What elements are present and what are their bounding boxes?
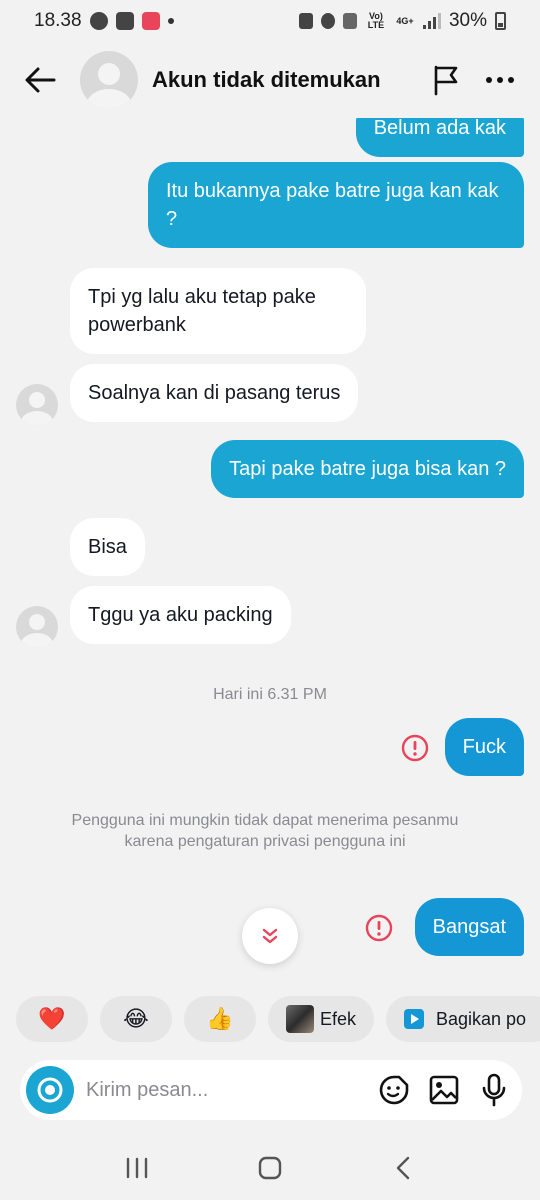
chat-thread[interactable]: Belum ada kak Itu bukannya pake batre ju… — [0, 118, 540, 990]
home-icon — [258, 1156, 282, 1179]
heart-reaction-button[interactable]: ❤️ — [16, 996, 88, 1042]
gallery-icon — [115, 12, 134, 30]
message-bubble-outgoing[interactable]: Tapi pake batre juga bisa kan ? — [211, 440, 524, 498]
message-timestamp: Hari ini 6.31 PM — [213, 686, 327, 703]
flag-icon — [434, 65, 458, 96]
status-left: 18.38 — [34, 10, 174, 32]
home-button[interactable] — [240, 1143, 300, 1193]
laughing-face-icon: 😂 — [123, 1006, 149, 1031]
contact-avatar[interactable] — [80, 51, 138, 109]
sender-avatar[interactable] — [16, 384, 58, 426]
network-type-icon: 4G+ — [396, 15, 414, 26]
message-bubble-incoming[interactable]: Tggu ya aku packing — [70, 586, 291, 644]
gallery-button[interactable] — [422, 1068, 466, 1112]
contact-name[interactable]: Akun tidak ditemukan — [152, 67, 412, 93]
status-time: 18.38 — [34, 10, 82, 31]
double-chevron-down-icon — [262, 928, 278, 944]
message-bubble-incoming[interactable]: Bisa — [70, 518, 145, 576]
thumbs-up-icon: 👍 — [206, 1006, 234, 1031]
microphone-icon — [482, 1073, 506, 1107]
effect-thumbnail — [286, 1005, 314, 1033]
more-notifications-icon — [167, 18, 174, 24]
laugh-reaction-button[interactable]: 😂 — [100, 996, 172, 1042]
message-bubble-outgoing[interactable]: Fuck — [444, 718, 524, 776]
status-right: Vo) LTE 4G+ 30% — [298, 10, 506, 32]
send-failed-icon[interactable] — [401, 734, 429, 762]
play-icon — [404, 1009, 424, 1029]
back-button[interactable] — [20, 60, 60, 100]
system-navigation-bar — [0, 1135, 540, 1200]
image-icon — [429, 1075, 459, 1105]
message-bubble-incoming[interactable]: Tpi yg lalu aku tetap pake powerbank — [70, 268, 366, 354]
signal-icon — [422, 13, 441, 29]
message-bubble-outgoing[interactable]: Bangsat — [414, 898, 524, 956]
mute-icon — [342, 13, 357, 29]
message-bubble-outgoing[interactable]: Belum ada kak — [355, 118, 524, 157]
effect-button[interactable]: Efek — [268, 996, 374, 1042]
message-input[interactable] — [86, 1078, 366, 1102]
chevron-left-icon — [397, 1156, 410, 1179]
alarm-icon — [320, 13, 335, 29]
recent-apps-icon — [126, 1157, 147, 1178]
recent-apps-button[interactable] — [107, 1143, 167, 1193]
status-bar: 18.38 Vo) LTE 4G+ 30% — [0, 0, 540, 42]
back-nav-button[interactable] — [373, 1143, 433, 1193]
message-bubble-outgoing[interactable]: Itu bukannya pake batre juga kan kak ? — [148, 162, 524, 248]
camera-icon — [37, 1077, 63, 1103]
battery-percent: 30% — [448, 10, 487, 31]
sender-avatar[interactable] — [16, 606, 58, 648]
quick-reply-row: ❤️ 😂 👍 Efek Bagikan po — [16, 996, 540, 1042]
voice-message-button[interactable] — [472, 1068, 516, 1112]
message-bubble-incoming[interactable]: Soalnya kan di pasang terus — [70, 364, 359, 422]
save-icon — [298, 13, 313, 29]
privacy-notice: Pengguna ini mungkin tidak dapat menerim… — [71, 812, 459, 850]
battery-icon — [495, 12, 506, 30]
app-notification-icon — [141, 12, 160, 30]
heart-icon: ❤️ — [38, 1006, 66, 1031]
report-button[interactable] — [426, 60, 466, 100]
more-dots-icon — [486, 77, 514, 83]
camera-button[interactable] — [26, 1066, 74, 1114]
thumbs-up-reaction-button[interactable]: 👍 — [184, 996, 256, 1042]
sticker-face-icon — [379, 1075, 409, 1105]
message-composer — [20, 1060, 522, 1120]
share-label: Bagikan po — [436, 1008, 527, 1029]
arrow-left-icon — [25, 67, 56, 93]
more-options-button[interactable] — [480, 60, 520, 100]
share-post-button[interactable]: Bagikan po — [386, 996, 540, 1042]
sticker-button[interactable] — [372, 1068, 416, 1112]
chat-header: Akun tidak ditemukan — [0, 42, 540, 118]
effect-label: Efek — [319, 1008, 356, 1029]
volte-icon: Vo) LTE — [367, 11, 385, 30]
scroll-to-bottom-button[interactable] — [242, 908, 298, 964]
whatsapp-icon — [89, 12, 108, 30]
send-failed-icon[interactable] — [365, 914, 393, 942]
